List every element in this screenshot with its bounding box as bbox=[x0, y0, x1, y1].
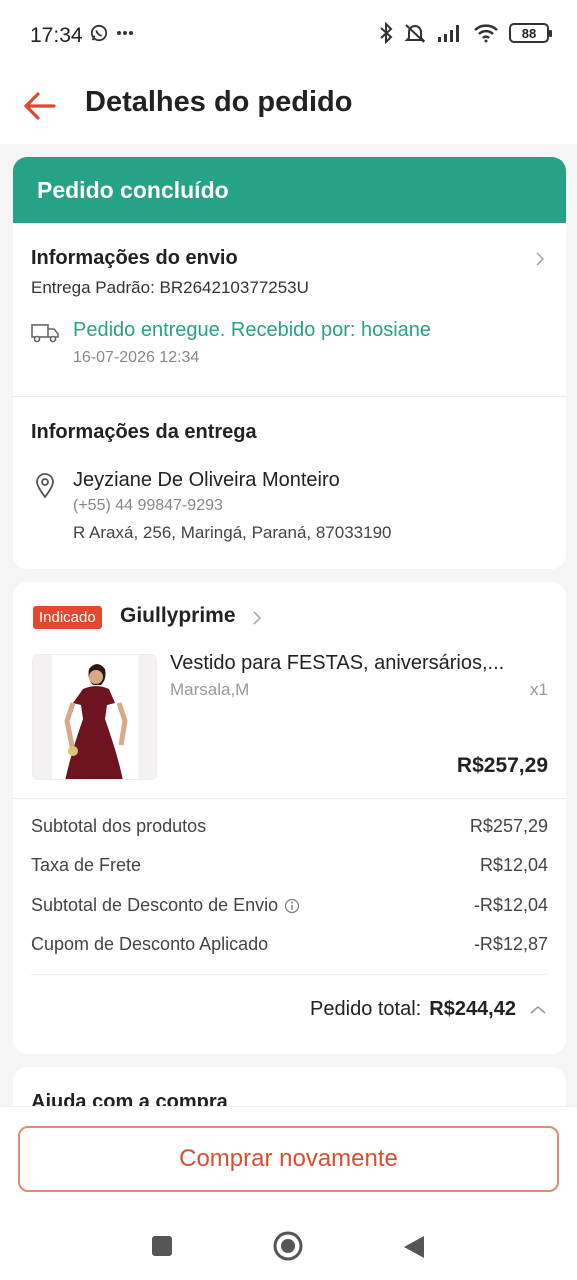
summary-row: Cupom de Desconto Aplicado -R$12,87 bbox=[31, 934, 548, 955]
dress-image bbox=[33, 655, 156, 779]
order-status-label: Pedido concluído bbox=[37, 176, 229, 203]
mute-icon bbox=[404, 24, 426, 43]
shipping-method: Entrega Padrão: BR264210377253U bbox=[31, 278, 309, 297]
order-info-card: Pedido concluído Informações do envio En… bbox=[13, 157, 566, 569]
order-status-banner: Pedido concluído bbox=[13, 157, 566, 223]
info-icon[interactable] bbox=[284, 898, 300, 914]
recommended-badge: Indicado bbox=[33, 606, 102, 629]
top-header: Detalhes do pedido bbox=[0, 72, 577, 144]
summary-row: Subtotal de Desconto de Envio -R$12,04 bbox=[31, 895, 548, 916]
product-card: Indicado Giullyprime Vestido para FESTAS… bbox=[13, 582, 566, 1054]
total-label: Pedido total: bbox=[310, 998, 422, 1020]
product-price: R$257,29 bbox=[456, 754, 548, 777]
summary-value: -R$12,87 bbox=[473, 934, 548, 954]
back-arrow-icon[interactable] bbox=[20, 86, 60, 126]
product-image[interactable] bbox=[32, 654, 157, 780]
product-title[interactable]: Vestido para FESTAS, aniversários,... bbox=[170, 652, 550, 675]
recipient-name: Jeyziane De Oliveira Monteiro bbox=[73, 469, 340, 491]
bluetooth-icon bbox=[380, 22, 393, 44]
home-icon[interactable] bbox=[272, 1230, 304, 1262]
shipping-title: Informações do envio bbox=[31, 247, 238, 269]
more-icon bbox=[117, 31, 133, 35]
battery-icon: 88 bbox=[509, 23, 552, 43]
shipping-status: Pedido entregue. Recebido por: hosiane bbox=[73, 319, 432, 341]
product-quantity: x1 bbox=[530, 680, 548, 699]
summary-value: -R$12,04 bbox=[473, 895, 548, 915]
summary-row: Taxa de Frete R$12,04 bbox=[31, 855, 548, 876]
status-bar: 17:34 88 bbox=[0, 0, 577, 72]
summary-label: Cupom de Desconto Aplicado bbox=[31, 934, 269, 954]
chevron-right-icon bbox=[536, 252, 545, 266]
summary-row: Subtotal dos produtos R$257,29 bbox=[31, 816, 548, 837]
chevron-up-icon bbox=[530, 1005, 546, 1014]
buy-again-button[interactable]: Comprar novamente bbox=[18, 1126, 559, 1192]
divider bbox=[31, 974, 548, 975]
summary-value: R$12,04 bbox=[479, 855, 548, 875]
page-title: Detalhes do pedido bbox=[85, 86, 353, 118]
bottom-action-bar: Comprar novamente bbox=[0, 1106, 577, 1216]
shipping-info-section[interactable]: Informações do envio Entrega Padrão: BR2… bbox=[13, 223, 566, 397]
battery-level: 88 bbox=[521, 25, 537, 41]
status-time: 17:34 bbox=[30, 24, 83, 47]
summary-label: Subtotal dos produtos bbox=[31, 816, 207, 836]
summary-value: R$257,29 bbox=[469, 816, 548, 836]
system-nav-bar bbox=[0, 1216, 577, 1280]
total-value: R$244,42 bbox=[429, 998, 516, 1020]
product-variant: Marsala,M bbox=[170, 680, 250, 699]
shop-name[interactable]: Giullyprime bbox=[120, 604, 236, 628]
delivery-info-section: Informações da entrega Jeyziane De Olive… bbox=[13, 397, 566, 569]
summary-label: Subtotal de Desconto de Envio bbox=[31, 895, 279, 915]
wifi-icon bbox=[474, 24, 498, 43]
summary-label: Taxa de Frete bbox=[31, 855, 142, 875]
recent-apps-icon[interactable] bbox=[150, 1234, 174, 1258]
back-nav-icon[interactable] bbox=[402, 1234, 426, 1260]
recipient-phone: (+55) 44 99847-9293 bbox=[73, 497, 223, 514]
delivery-title: Informações da entrega bbox=[31, 421, 257, 443]
truck-icon bbox=[31, 324, 59, 343]
recipient-address: R Araxá, 256, Maringá, Paraná, 87033190 bbox=[73, 523, 392, 542]
order-total[interactable]: Pedido total: R$244,42 bbox=[310, 998, 548, 1021]
chevron-right-icon bbox=[253, 611, 262, 625]
whatsapp-icon bbox=[90, 24, 108, 42]
shipping-date: 16-07-2026 12:34 bbox=[73, 349, 200, 366]
location-pin-icon bbox=[36, 473, 54, 499]
divider bbox=[13, 798, 566, 799]
signal-icon bbox=[438, 25, 459, 42]
